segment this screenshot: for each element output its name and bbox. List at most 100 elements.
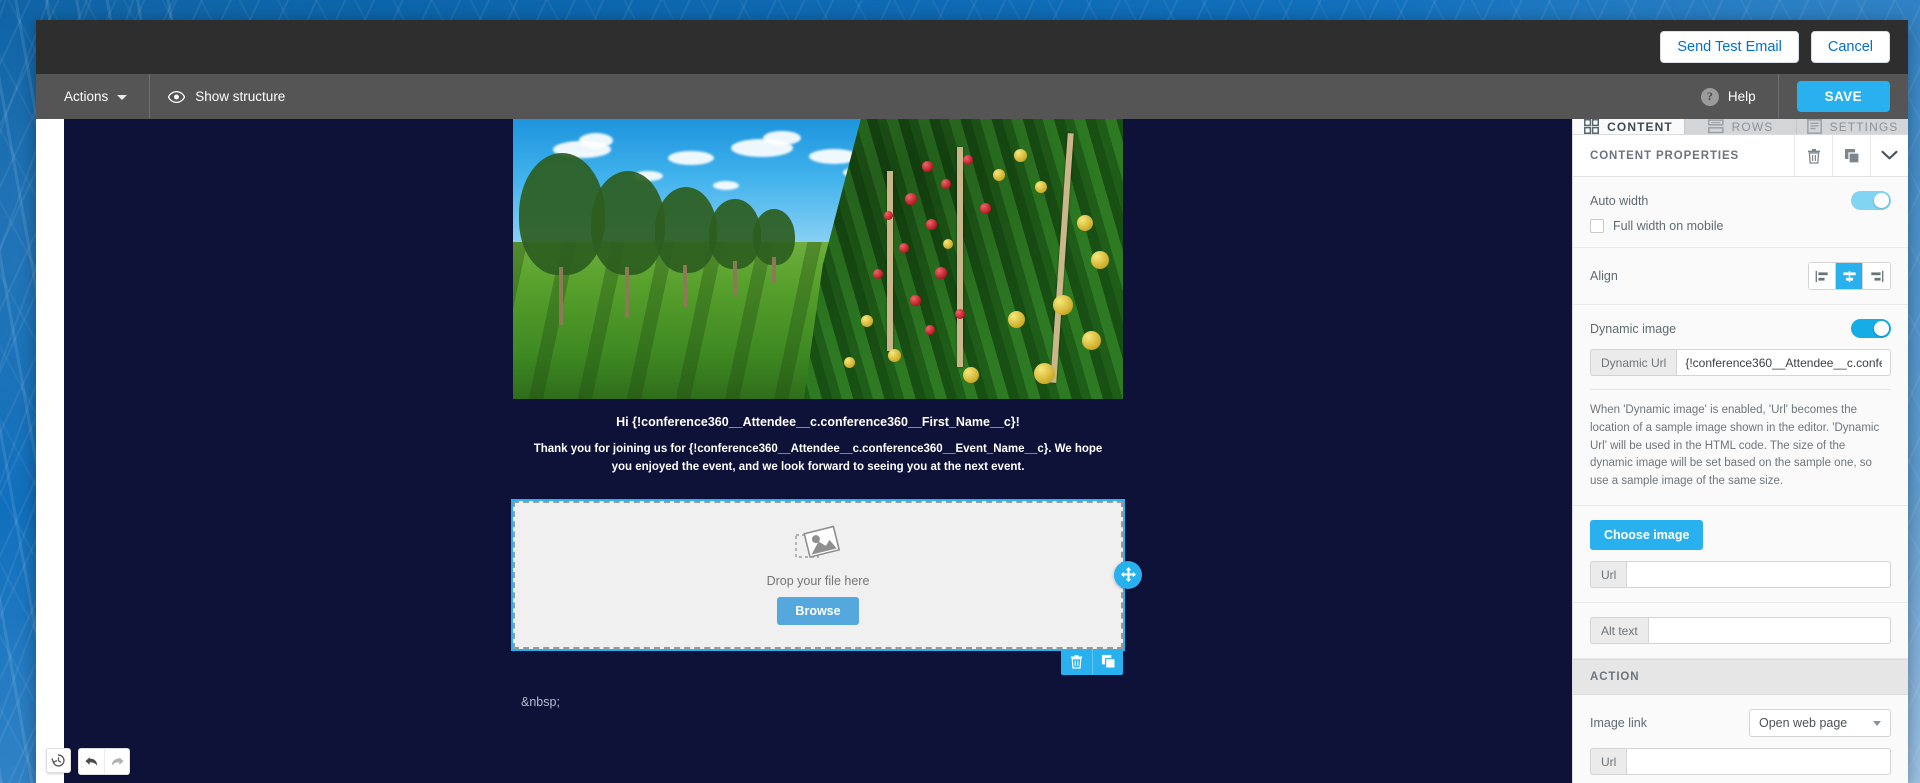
browse-button[interactable]: Browse (777, 596, 859, 625)
support-post (957, 147, 963, 367)
email-canvas[interactable]: Hi {!conference360__Attendee__c.conferen… (64, 119, 1572, 783)
apple (861, 315, 873, 327)
collapse-panel-chevron-down-icon[interactable] (1870, 134, 1908, 177)
email-column: Hi {!conference360__Attendee__c.conferen… (511, 119, 1142, 709)
editor-toolbar: Actions Show structure ? Help SAVE (36, 74, 1908, 119)
panel-tabs: CONTENT ROWS SETTINGS (1573, 119, 1908, 135)
body-text[interactable]: Thank you for joining us for {!conferenc… (518, 441, 1118, 493)
apple (899, 243, 909, 253)
tab-rows[interactable]: ROWS (1685, 119, 1797, 134)
apple (941, 179, 951, 189)
apple (980, 203, 991, 214)
orchard-hero-image[interactable] (513, 119, 1123, 399)
image-link-row: Image link Open web page (1590, 709, 1891, 738)
block-toolbar (1061, 648, 1123, 675)
apple (888, 349, 901, 362)
cancel-button[interactable]: Cancel (1810, 31, 1890, 63)
image-link-select[interactable]: Open web page (1749, 709, 1891, 738)
apple (910, 295, 921, 306)
duplicate-block-button[interactable] (1092, 648, 1123, 675)
email-editor-app: Send Test Email Cancel Actions Show stru… (36, 20, 1908, 783)
auto-width-toggle[interactable] (1851, 191, 1891, 210)
content-properties-title: CONTENT PROPERTIES (1590, 149, 1740, 162)
apple (1008, 311, 1025, 328)
apple (884, 211, 893, 220)
url-input[interactable] (1626, 561, 1891, 589)
apple (1082, 331, 1101, 350)
tab-content[interactable]: CONTENT (1573, 119, 1685, 134)
cloud-icon (763, 131, 801, 145)
apple (963, 367, 979, 383)
redo-icon[interactable] (104, 749, 129, 774)
send-test-email-button[interactable]: Send Test Email (1660, 31, 1799, 63)
grid-icon (1584, 119, 1600, 134)
dynamic-url-group: Dynamic Url (1590, 349, 1891, 376)
alt-text-input[interactable] (1647, 617, 1891, 645)
greeting-text[interactable]: Hi {!conference360__Attendee__c.conferen… (513, 399, 1123, 441)
move-handle-icon[interactable] (1114, 560, 1142, 589)
cloud-icon (668, 151, 714, 165)
tree-trunk (733, 261, 737, 295)
auto-width-section: Auto width Full width on mobile (1573, 177, 1908, 248)
align-center-icon[interactable] (1836, 263, 1863, 289)
image-link-value: Open web page (1759, 716, 1848, 731)
content-properties-header: CONTENT PROPERTIES (1573, 134, 1908, 177)
align-row: Align (1590, 262, 1891, 290)
align-label: Align (1590, 269, 1618, 283)
apple (963, 155, 973, 165)
tab-settings-label: SETTINGS (1829, 119, 1899, 134)
properties-panel: CONTENT ROWS SETTINGS CONTENT PROPERTIES… (1572, 119, 1908, 783)
version-history-icon[interactable] (46, 748, 71, 773)
apple (873, 269, 883, 279)
question-mark-icon: ? (1700, 87, 1719, 106)
url-group: Url (1590, 561, 1891, 589)
tab-settings[interactable]: SETTINGS (1797, 119, 1908, 134)
show-structure-toggle[interactable]: Show structure (150, 74, 303, 119)
full-width-mobile-checkbox[interactable] (1590, 219, 1604, 233)
apple (955, 309, 965, 319)
align-section: Align (1573, 248, 1908, 305)
apple (943, 239, 953, 249)
full-width-mobile-label: Full width on mobile (1613, 219, 1724, 233)
align-left-icon[interactable] (1809, 263, 1836, 289)
choose-image-button[interactable]: Choose image (1590, 520, 1704, 551)
undo-icon[interactable] (79, 749, 104, 774)
apple (925, 325, 935, 335)
apple (1077, 215, 1093, 231)
image-dropzone[interactable]: Drop your file here Browse (511, 498, 1125, 651)
tree (655, 187, 717, 273)
delete-content-button[interactable] (1794, 134, 1832, 177)
help-button[interactable]: ? Help (1679, 74, 1779, 119)
history-toolbar (46, 748, 130, 775)
dynamic-url-input[interactable] (1676, 349, 1891, 376)
action-url-input[interactable] (1626, 748, 1891, 776)
duplicate-content-button[interactable] (1832, 134, 1870, 177)
alt-text-label: Alt text (1590, 617, 1648, 645)
show-structure-label: Show structure (195, 89, 286, 104)
delete-block-button[interactable] (1061, 649, 1092, 675)
tree (591, 171, 665, 275)
chevron-down-icon (1873, 720, 1881, 726)
save-button[interactable]: SAVE (1796, 81, 1890, 112)
nbsp-text-row[interactable]: &nbsp; (513, 649, 1123, 709)
apple (922, 161, 933, 172)
dynamic-image-toggle[interactable] (1851, 319, 1891, 338)
apple (993, 169, 1005, 181)
dynamic-image-row: Dynamic image (1590, 319, 1891, 338)
toolbar-left-group: Actions Show structure (36, 74, 303, 119)
apple (905, 193, 917, 205)
toggle-knob (1874, 321, 1889, 336)
align-right-icon[interactable] (1863, 263, 1890, 289)
action-section: Image link Open web page Url (1573, 695, 1908, 783)
actions-menu[interactable]: Actions (36, 74, 151, 119)
support-post (887, 171, 893, 351)
apple (1014, 149, 1027, 162)
chevron-down-icon (117, 95, 128, 100)
toggle-knob (1874, 193, 1889, 208)
action-section-header: ACTION (1573, 659, 1908, 696)
apple (1034, 363, 1055, 384)
apple (1035, 181, 1047, 193)
apple (844, 357, 855, 368)
action-url-group: Url (1590, 748, 1891, 776)
dynamic-image-label: Dynamic image (1590, 321, 1677, 336)
